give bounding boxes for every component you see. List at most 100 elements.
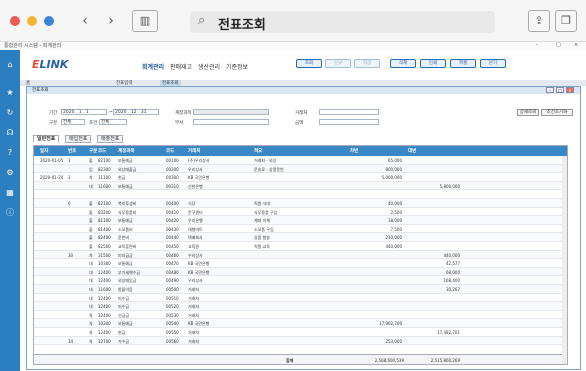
col-header-0[interactable]: 일자: [40, 148, 48, 154]
reset-button[interactable]: 조건초기화: [541, 109, 573, 116]
type-select[interactable]: 전체: [61, 119, 85, 125]
detail-button[interactable]: 상세조회: [517, 109, 539, 116]
close-button[interactable]: 닫기: [480, 59, 506, 68]
table-cell: 12400: [98, 278, 111, 284]
table-cell: 00420: [166, 218, 179, 224]
table-cell: 직원 교육: [254, 244, 270, 249]
form-minimize-icon[interactable]: -: [546, 87, 554, 93]
col-header-3[interactable]: 코드: [98, 148, 106, 154]
table-row[interactable]: 대 11600 받을어음 00500 거래처 30,267: [34, 285, 567, 294]
col-header-4[interactable]: 계정과목: [118, 148, 135, 154]
address-bar[interactable]: ⌕ 전표조회: [190, 11, 495, 33]
settings-icon[interactable]: ⚙: [5, 168, 15, 178]
tab-sales-voucher[interactable]: 매출전표: [97, 135, 124, 143]
table-row[interactable]: 출 81100 보통예금 00420 우리은행 계좌 이체 18,000: [34, 216, 567, 225]
info-icon[interactable]: ⓘ: [5, 208, 15, 218]
col-header-1[interactable]: 번호: [68, 148, 76, 154]
form-restore-icon[interactable]: □: [556, 87, 564, 93]
account-input[interactable]: [193, 109, 269, 115]
table-cell: 12400: [98, 269, 111, 275]
share-icon[interactable]: ⇪: [528, 10, 550, 32]
table-cell: 출: [89, 201, 93, 206]
dept-input[interactable]: [193, 119, 269, 125]
table-row[interactable]: [34, 190, 567, 199]
table-row[interactable]: 대 12400 미수금 00510 거래처: [34, 294, 567, 303]
search-button[interactable]: 조회: [296, 59, 322, 68]
table-row[interactable]: 대 12400 부가세예수금 00480 KB 국민은행 68,000: [34, 267, 567, 277]
apps-icon[interactable]: ▦: [5, 188, 15, 198]
close-icon[interactable]: ×: [574, 42, 578, 48]
menu-master[interactable]: 기준정보: [226, 62, 248, 71]
table-cell: 30,267: [446, 287, 460, 292]
client-input[interactable]: [319, 109, 379, 115]
table-row[interactable]: 30 차 31500 미지급금 00460 우리상사 440,000: [34, 250, 567, 260]
menu-production[interactable]: 생산관리: [198, 62, 220, 71]
table-cell: 00520: [166, 304, 179, 310]
table-cell: 선급금: [118, 312, 130, 318]
menu-sales[interactable]: 판매재고: [170, 62, 192, 71]
col-header-5[interactable]: 코드: [166, 148, 174, 154]
back-icon[interactable]: ‹: [76, 12, 94, 30]
table-row[interactable]: 출 83200 사무용품비 00410 문구센터 사무용품 구입 2,500: [34, 208, 567, 217]
table-cell: 차: [89, 338, 93, 344]
tabs-icon[interactable]: ❐: [555, 10, 577, 32]
table-row[interactable]: 대 12400 외상매입금 00490 우리상사 168,400: [34, 276, 567, 285]
sidebar-toggle-icon[interactable]: ▥: [132, 10, 158, 32]
col-header-7[interactable]: 적요: [254, 148, 262, 154]
cond-select[interactable]: 전체: [99, 119, 127, 125]
form-close-icon[interactable]: ×: [566, 87, 574, 93]
table-cell: 31500: [98, 252, 111, 258]
forward-icon[interactable]: ›: [102, 12, 120, 30]
help-icon[interactable]: ?: [5, 148, 15, 158]
total-credit: 2,515,860,269: [430, 358, 460, 363]
minimize-dot[interactable]: [27, 16, 37, 26]
menu-accounting[interactable]: 회계관리: [142, 62, 164, 71]
new-button[interactable]: 신규: [325, 59, 351, 68]
table-row[interactable]: 출 82500 교육훈련비 00450 교육원 직원 교육 440,000: [34, 242, 567, 251]
client-label: 거래처: [295, 111, 308, 116]
save-button[interactable]: 저장: [354, 59, 380, 68]
table-cell: 68,000: [446, 269, 460, 275]
table-row[interactable]: 2020-01-05 1 출 82100 보통예금 00100 (주)우리상사 거래처 - 외…: [34, 156, 567, 165]
tab-purchase-voucher[interactable]: 매입전표: [65, 135, 92, 143]
headset-icon[interactable]: ☊: [5, 128, 15, 138]
zoom-dot[interactable]: [44, 16, 54, 26]
delete-button[interactable]: 삭제: [390, 59, 416, 68]
date-to-input[interactable]: 2020 . 12 . 31: [113, 109, 159, 115]
close-dot[interactable]: [10, 16, 20, 26]
table-row[interactable]: 6 출 82100 복리후생비 00400 식당 직원 식대 40,000: [34, 199, 567, 208]
type-label: 구분: [49, 121, 58, 126]
table-cell: KB 국민은행: [188, 261, 210, 267]
col-header-8[interactable]: 차변: [350, 148, 358, 154]
restore-icon[interactable]: □: [556, 42, 561, 48]
excel-button[interactable]: 엑셀: [450, 59, 476, 68]
amount-input[interactable]: [319, 119, 379, 125]
table-row[interactable]: 34 차 32700 가수금 00560 거래처 253,000: [34, 336, 567, 346]
table-row[interactable]: 차 12400 현금 00550 거래처 17,482,701: [34, 328, 567, 337]
table-row[interactable]: 출 81400 소모품비 00430 대형마트 소모품 구입 7,500: [34, 225, 567, 234]
search-icon: ⌕: [198, 13, 206, 28]
table-cell: 7,500: [390, 226, 402, 232]
table-row[interactable]: 대 11600 보통예금 00310 신한은행 5,800,000: [34, 181, 567, 191]
table-row[interactable]: 2020-01-20 3 차 11100 현금 00300 KB 국민은행 5,000,000: [34, 173, 567, 182]
col-header-6[interactable]: 거래처: [188, 148, 200, 154]
col-header-2[interactable]: 구분: [89, 148, 97, 154]
table-row[interactable]: 입 82300 외상매출금 00200 우리상사 운송료 - 상품운반 800,000: [34, 164, 567, 174]
cycle-icon[interactable]: ↻: [5, 108, 15, 118]
home-icon[interactable]: ⌂: [5, 60, 15, 70]
grid-scrollbar[interactable]: [562, 156, 567, 364]
table-cell: 40,000: [388, 201, 402, 206]
table-row[interactable]: 대 12400 미수금 00520 거래처: [34, 302, 567, 311]
table-row[interactable]: 대 10300 보통예금 00470 KB 국민은행 42,577: [34, 259, 567, 268]
table-row[interactable]: 출 82400 운반비 00440 택배회사 상품 발송 210,000: [34, 233, 567, 242]
print-button[interactable]: 인쇄: [420, 59, 446, 68]
table-row[interactable]: 차 10300 보통예금 00540 KB 국민은행 17,902,700: [34, 319, 567, 328]
date-from-input[interactable]: 2020 . 1 . 1: [61, 109, 107, 115]
minimize-icon[interactable]: -: [536, 42, 538, 48]
table-cell: 00100: [166, 158, 179, 163]
table-row[interactable]: 차 12400 선급금 00530 거래처: [34, 311, 567, 320]
total-debit: 2,568,600,539: [374, 358, 404, 363]
star-icon[interactable]: ★: [5, 88, 15, 98]
col-header-9[interactable]: 대변: [408, 148, 416, 154]
tab-general-voucher[interactable]: 일반전표: [33, 135, 60, 143]
